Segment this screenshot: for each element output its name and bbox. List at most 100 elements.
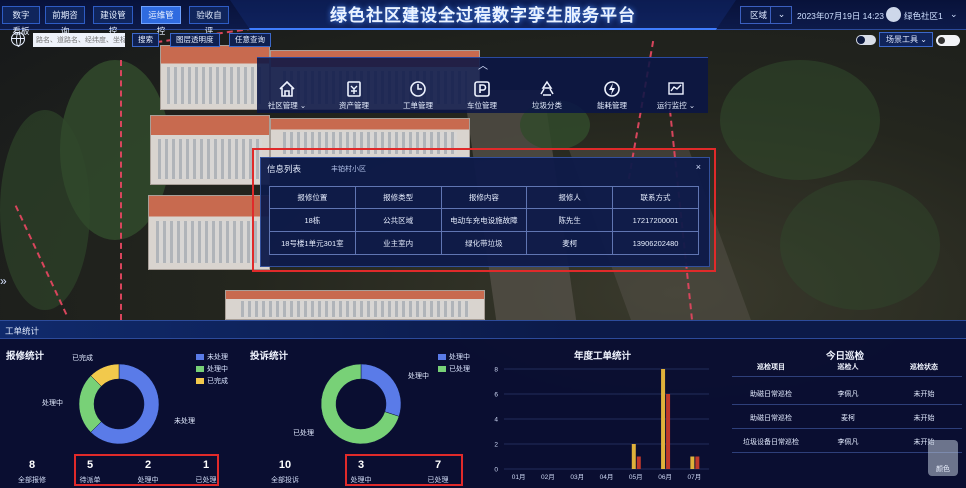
column-header: 巡检人 [837,364,859,371]
table-cell: 电动车充电设施故障 [440,208,528,232]
nav-button-acceptance[interactable]: 验收自评 [189,6,229,36]
x-tick-label: 05月 [629,473,643,481]
region-label: 区域 [750,10,768,20]
free-query-button[interactable]: 任意查询 [229,33,271,47]
module-parking[interactable]: 车位管理 [458,80,506,111]
stat-value: 1 [202,459,210,471]
nav-button-dashboard[interactable]: 数字看板 [2,6,40,36]
avatar[interactable] [886,7,901,22]
x-tick-label: 02月 [541,473,555,481]
page-title: 绿色社区建设全过程数字孪生服务平台 [330,6,636,25]
globe-icon[interactable] [11,32,25,47]
donut-slice[interactable] [78,375,102,433]
legend-swatch [196,354,204,360]
stat-value: 5 [86,459,94,471]
bar[interactable] [695,456,700,470]
table-cell: 绿化带垃圾 [440,231,528,255]
building [225,290,485,320]
color-picker-button[interactable]: 颜色 [928,440,958,476]
bar[interactable] [636,456,641,470]
stat-label: 处理中 [350,477,372,484]
table-cell: 18栋 [269,208,356,232]
module-label: 运行监控 ⌄ [656,101,696,110]
chevron-up-icon[interactable]: ︿ [478,57,488,72]
module-workorder[interactable]: 工单管理 [394,80,442,111]
stat-label: 已处理 [427,477,449,484]
column-header: 巡检状态 [910,364,938,371]
legend-swatch [438,366,446,372]
bar[interactable] [661,369,666,469]
stat-label: 已处理 [195,477,217,484]
table-cell: 未开始 [913,415,935,422]
legend-item: 处理中 [438,352,470,362]
boundary-line [120,60,122,320]
info-list-panel: 信息列表 丰铂村小区 × 报修位置 报修类型 报修内容 报修人 联系方式 18栋… [260,157,710,267]
y-tick-label: 0 [494,467,498,474]
bar[interactable] [666,394,671,469]
expand-arrow-icon[interactable]: » [0,274,7,288]
repair-donut-chart [78,363,160,445]
complaint-donut-chart [320,363,402,445]
nav-button-build[interactable]: 建设管控 [93,6,133,36]
x-tick-label: 04月 [600,473,614,481]
close-icon[interactable]: × [696,162,701,172]
donut-label: 已完成 [72,355,93,362]
module-asset[interactable]: 资产管理 [330,80,378,111]
layer-toggle[interactable] [856,35,876,45]
legend-item: 已完成 [196,376,228,386]
bar[interactable] [690,456,695,470]
energy-icon [604,81,620,97]
table-cell: 李佩凡 [837,391,859,398]
patrol-header: 巡检项目 巡检人 巡检状态 [732,359,962,377]
x-tick-label: 01月 [512,473,526,481]
theme-toggle[interactable] [936,35,960,46]
table-cell: 未开始 [913,391,935,398]
chevron-down-icon[interactable]: ⌄ [950,9,958,20]
search-button[interactable]: 搜索 [132,33,159,47]
column-header: 联系方式 [612,186,699,209]
module-energy[interactable]: 能耗管理 [588,80,636,111]
donut-label: 未处理 [174,418,195,425]
complaint-stats-title: 投诉统计 [250,351,289,362]
x-tick-label: 03月 [570,473,584,481]
stat-label: 待派单 [79,477,101,484]
tree-cluster [0,110,90,310]
module-label: 垃圾分类 [532,101,562,110]
column-header: 报修人 [526,186,614,209]
legend-swatch [438,354,446,360]
recycle-icon [540,80,554,96]
top-bar: 数字看板 前期咨询 建设管控 运维管控 验收自评 绿色社区建设全过程数字孪生服务… [0,0,966,36]
module-monitor[interactable]: 运行监控 ⌄ [652,80,700,111]
table-cell: 17217200001 [612,208,699,232]
stat-value: 8 [28,459,36,471]
community-name[interactable]: 绿色社区1 [904,10,943,22]
x-tick-label: 06月 [658,473,672,481]
nav-button-consult[interactable]: 前期咨询 [45,6,85,36]
donut-label: 处理中 [42,400,63,407]
table-row[interactable]: 助磁日常巡检 麦柯 未开始 [732,407,962,429]
bar[interactable] [631,444,636,469]
search-input[interactable] [33,33,125,47]
chevron-down-icon[interactable]: ⌄ [770,6,792,24]
table-cell: 麦柯 [841,415,855,422]
table-cell: 业主室内 [354,231,442,255]
table-cell: 陈先生 [526,208,614,232]
table-row[interactable]: 18栋 公共区域 电动车充电设施故障 陈先生 17217200001 [269,208,699,232]
table-cell: 麦柯 [526,231,614,255]
module-community[interactable]: 社区管理 ⌄ [263,80,311,111]
layer-opacity-button[interactable]: 图层透明度 [170,33,220,47]
parking-icon [474,81,490,97]
legend-item: 处理中 [196,364,228,374]
module-label: 能耗管理 [597,101,627,110]
table-row[interactable]: 助磁日常巡检 李佩凡 未开始 [732,383,962,405]
scene-tools-dropdown[interactable]: 场景工具 ⌄ [879,32,933,47]
table-header: 报修位置 报修类型 报修内容 报修人 联系方式 [269,186,699,209]
info-table: 报修位置 报修类型 报修内容 报修人 联系方式 18栋 公共区域 电动车充电设施… [269,186,699,255]
module-garbage[interactable]: 垃圾分类 [523,80,571,111]
donut-slice[interactable] [360,363,402,417]
donut-label: 已处理 [293,430,314,437]
column-header: 报修内容 [440,186,528,209]
nav-button-ops[interactable]: 运维管控 [141,6,181,36]
table-row[interactable]: 18号楼1单元301室 业主室内 绿化带垃圾 麦柯 13906202480 [269,231,699,255]
stat-label: 全部报修 [18,477,46,484]
